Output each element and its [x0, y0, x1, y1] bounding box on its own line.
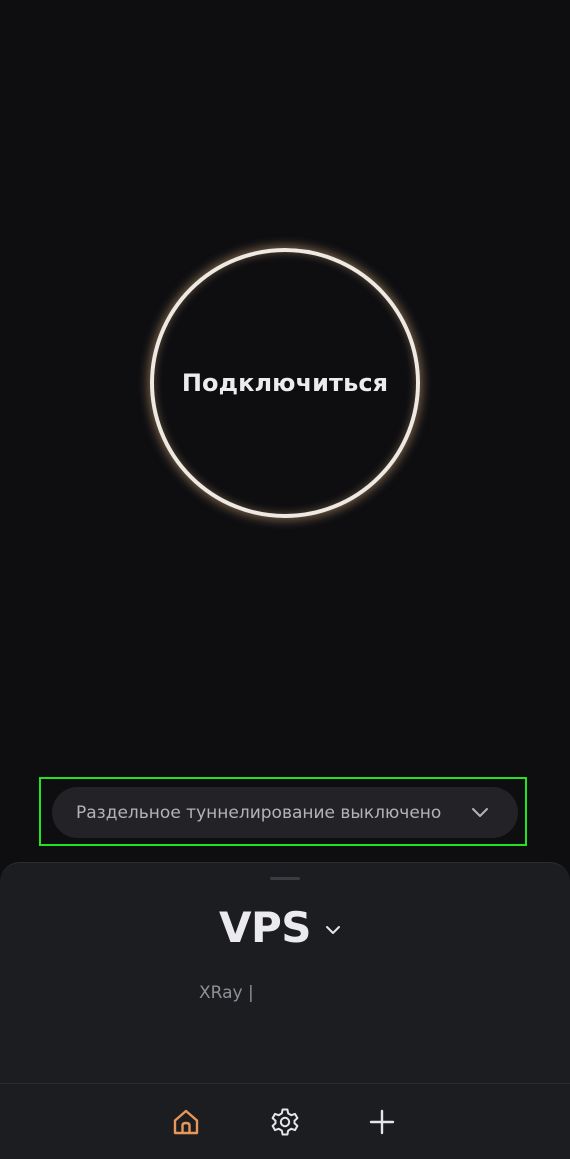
server-protocol: XRay |: [199, 983, 254, 1003]
chevron-down-icon[interactable]: [322, 919, 344, 941]
split-tunneling-label: Раздельное туннелирование выключено: [76, 802, 442, 823]
chevron-down-icon: [472, 808, 488, 817]
home-icon: [173, 1109, 199, 1135]
nav-settings-button[interactable]: [267, 1104, 303, 1140]
nav-add-button[interactable]: [364, 1104, 400, 1140]
connect-button[interactable]: Подключиться: [150, 248, 420, 518]
sheet-handle[interactable]: [270, 877, 300, 880]
nav-home-button[interactable]: [168, 1104, 204, 1140]
plus-icon: [369, 1109, 395, 1135]
nav-divider: [0, 1083, 570, 1084]
server-sheet: VPS XRay |: [0, 862, 570, 1159]
server-name[interactable]: VPS: [219, 903, 312, 953]
connect-label: Подключиться: [181, 369, 389, 397]
gear-icon: [271, 1108, 299, 1136]
split-tunneling-toggle[interactable]: Раздельное туннелирование выключено: [52, 787, 518, 838]
